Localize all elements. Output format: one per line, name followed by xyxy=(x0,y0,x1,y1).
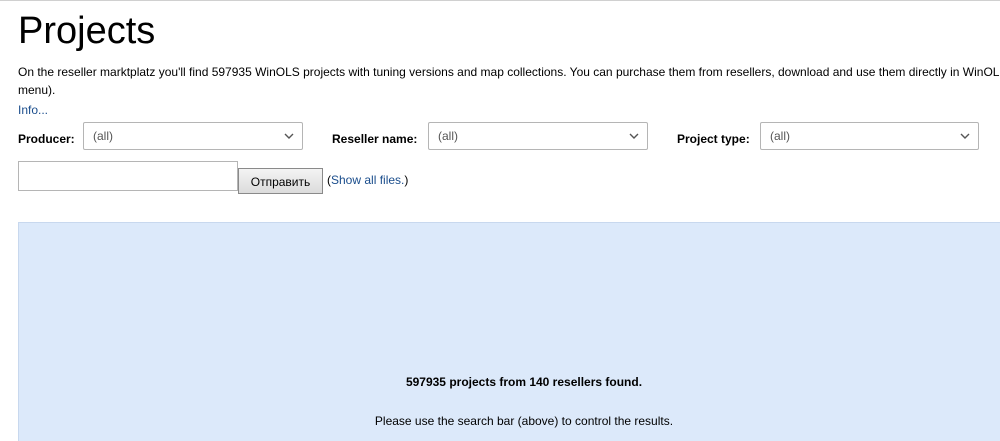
reseller-name-select-value: (all) xyxy=(438,129,458,143)
show-all-close-paren: ) xyxy=(404,173,409,187)
results-panel: 597935 projects from 140 resellers found… xyxy=(18,222,1000,441)
submit-button[interactable]: Отправить xyxy=(238,168,323,194)
chevron-down-icon xyxy=(960,133,970,139)
intro-text: On the reseller marktplatz you'll find 5… xyxy=(18,65,1000,97)
project-type-label: Project type: xyxy=(677,132,750,146)
results-hint: Please use the search bar (above) to con… xyxy=(374,414,674,428)
project-type-select[interactable]: (all) xyxy=(760,122,979,150)
reseller-name-select[interactable]: (all) xyxy=(428,122,648,150)
reseller-name-label: Reseller name: xyxy=(332,132,418,146)
show-all-files-link[interactable]: Show all files. xyxy=(331,173,404,187)
results-count: 597935 projects from 140 resellers found… xyxy=(405,375,643,389)
chevron-down-icon xyxy=(629,133,639,139)
chevron-down-icon xyxy=(284,133,294,139)
search-input[interactable] xyxy=(18,161,238,191)
producer-label: Producer: xyxy=(18,132,75,146)
project-type-select-value: (all) xyxy=(770,129,790,143)
producer-select[interactable]: (all) xyxy=(83,122,303,150)
info-link[interactable]: Info... xyxy=(18,102,48,118)
page-title: Projects xyxy=(18,10,156,52)
producer-select-value: (all) xyxy=(93,129,113,143)
show-all-files: (Show all files.) xyxy=(327,172,408,188)
projects-page: Projects On the reseller marktplatz you'… xyxy=(0,0,1000,441)
